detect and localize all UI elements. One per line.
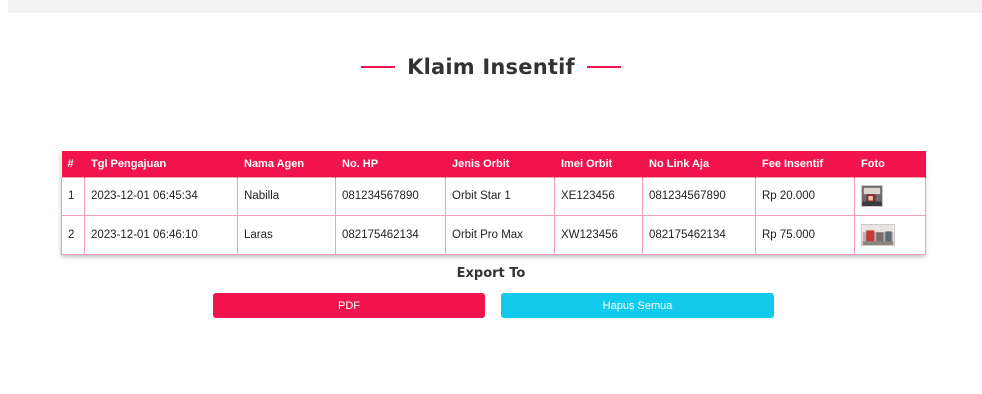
cell-nama-agen: Laras [237,214,336,255]
cell-number: 1 [61,176,85,216]
title-decoration-left [361,66,396,68]
photo-thumbnail[interactable] [861,223,895,246]
cell-no-link-aja: 081234567890 [642,176,756,216]
cell-no-link-aja: 082175462134 [642,214,756,255]
export-label: Export To [456,266,526,281]
table-row: 2 2023-12-01 06:46:10 Laras 082175462134… [61,214,926,255]
header-nama-agen: Nama Agen [237,151,336,177]
cell-foto [854,214,926,255]
claims-table: # Tgl Pengajuan Nama Agen No. HP Jenis O… [61,151,926,255]
cell-foto [854,176,926,216]
cell-imei-orbit: XE123456 [554,176,643,216]
header-imei-orbit: Imei Orbit [554,151,643,177]
cell-jenis-orbit: Orbit Pro Max [445,214,555,255]
table-header-row: # Tgl Pengajuan Nama Agen No. HP Jenis O… [61,151,926,177]
cell-nama-agen: Nabilla [237,176,336,216]
page-header: Klaim Insentif [0,50,982,84]
cell-fee-insentif: Rp 20.000 [755,176,855,216]
header-number: # [61,151,85,177]
export-pdf-button[interactable]: PDF [213,293,485,318]
page-title: Klaim Insentif [407,55,575,79]
header-tgl-pengajuan: Tgl Pengajuan [84,151,238,177]
cell-jenis-orbit: Orbit Star 1 [445,176,555,216]
delete-all-button[interactable]: Hapus Semua [501,293,774,318]
photo-thumbnail[interactable] [861,185,883,207]
cell-fee-insentif: Rp 75.000 [755,214,855,255]
claims-table-container: # Tgl Pengajuan Nama Agen No. HP Jenis O… [61,151,926,255]
header-fee-insentif: Fee Insentif [755,151,855,177]
title-decoration-right [586,66,621,68]
cell-number: 2 [61,214,85,255]
cell-no-hp: 082175462134 [335,214,446,255]
table-row: 1 2023-12-01 06:45:34 Nabilla 0812345678… [61,176,926,216]
cell-imei-orbit: XW123456 [554,214,643,255]
header-no-hp: No. HP [335,151,446,177]
top-bar [8,0,982,13]
cell-no-hp: 081234567890 [335,176,446,216]
header-jenis-orbit: Jenis Orbit [445,151,555,177]
header-no-link-aja: No Link Aja [642,151,756,177]
cell-tgl-pengajuan: 2023-12-01 06:45:34 [84,176,238,216]
cell-tgl-pengajuan: 2023-12-01 06:46:10 [84,214,238,255]
header-foto: Foto [854,151,926,177]
